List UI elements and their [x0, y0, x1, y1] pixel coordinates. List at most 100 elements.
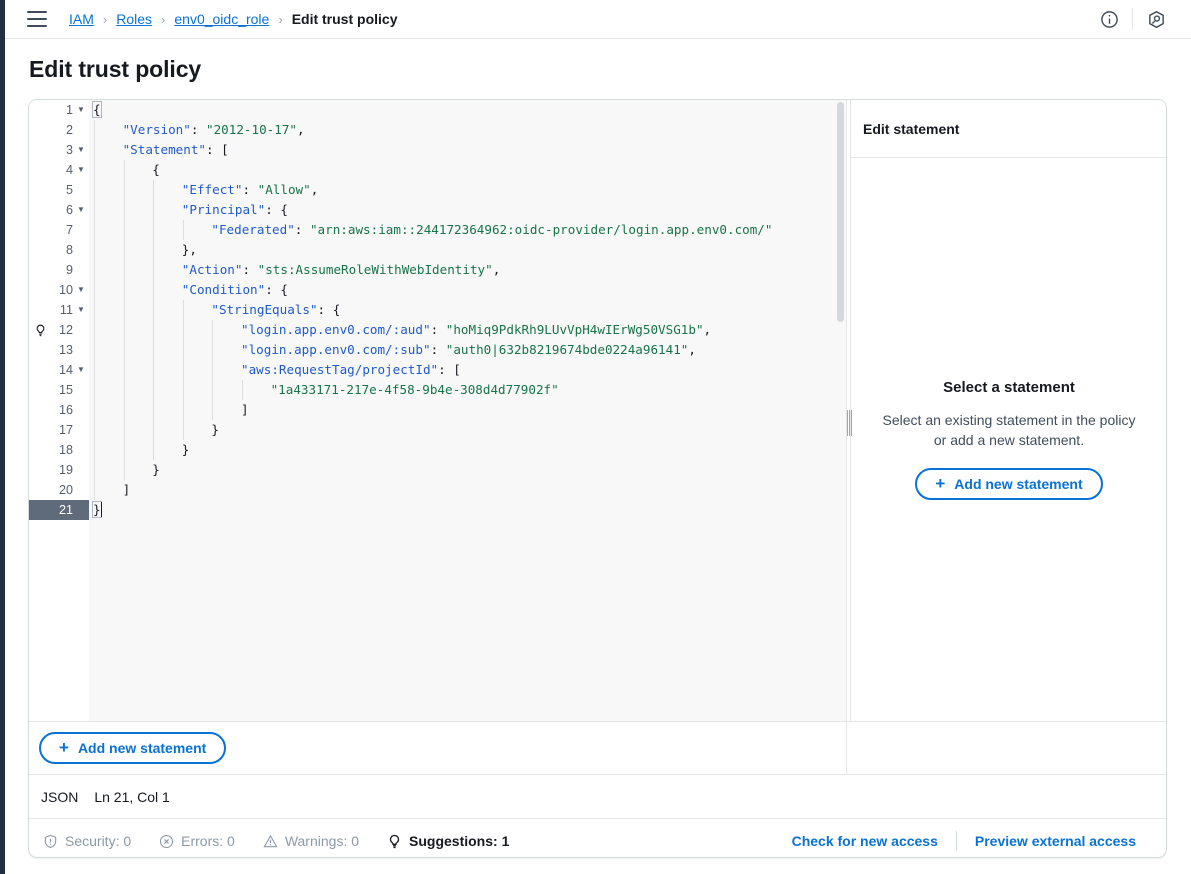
line-number-gutter[interactable]: 2	[29, 120, 89, 140]
code-content[interactable]: },	[89, 240, 846, 260]
breadcrumb-link[interactable]: Roles	[116, 11, 152, 27]
json-code-editor[interactable]: 1 ▼{2 "Version": "2012-10-17", 3 ▼ "Statement…	[29, 100, 846, 721]
code-content[interactable]: ]	[89, 480, 846, 500]
diagnostic-shield-alert[interactable]: Security: 0	[43, 833, 131, 849]
code-content[interactable]: }	[89, 440, 846, 460]
code-line[interactable]: 16]	[29, 400, 846, 420]
fold-toggle-icon[interactable]: ▼	[76, 365, 86, 375]
line-number-gutter[interactable]: 5	[29, 180, 89, 200]
line-number-gutter[interactable]: 12	[29, 320, 89, 340]
line-number-gutter[interactable]: 11 ▼	[29, 300, 89, 320]
code-content[interactable]: }	[89, 460, 846, 480]
code-token-str: "2012-10-17"	[206, 122, 298, 137]
line-number-gutter[interactable]: 18	[29, 440, 89, 460]
hexagon-settings-icon[interactable]	[1139, 2, 1173, 36]
code-token-punct: {	[92, 101, 102, 118]
line-number-gutter[interactable]: 13	[29, 340, 89, 360]
code-line[interactable]: 21}	[29, 500, 846, 520]
code-content[interactable]: "1a433171-217e-4f58-9b4e-308d4d77902f"	[89, 380, 846, 400]
code-line[interactable]: 15 "1a433171-217e-4f58-9b4e-308d4d77902f"	[29, 380, 846, 400]
code-content[interactable]: "Federated": "arn:aws:iam::244172364962:…	[89, 220, 846, 240]
panel-add-new-statement-button[interactable]: + Add new statement	[915, 468, 1103, 500]
line-number-gutter[interactable]: 3 ▼	[29, 140, 89, 160]
fold-toggle-icon[interactable]: ▼	[76, 305, 86, 315]
code-text: {	[92, 100, 102, 120]
info-circle-icon[interactable]	[1092, 2, 1126, 36]
line-number-gutter[interactable]: 10 ▼	[29, 280, 89, 300]
diagnostic-error-circle[interactable]: Errors: 0	[159, 833, 235, 849]
breadcrumb-link[interactable]: IAM	[69, 11, 94, 27]
code-line[interactable]: 13 "login.app.env0.com/:sub": "auth0|632b…	[29, 340, 846, 360]
code-content[interactable]: "Condition": {	[89, 280, 846, 300]
code-content[interactable]: }	[89, 500, 846, 520]
code-text: "Condition": {	[93, 280, 288, 300]
code-line[interactable]: 10 ▼ "Condition": {	[29, 280, 846, 300]
line-number-gutter[interactable]: 17	[29, 420, 89, 440]
code-lines-container[interactable]: 1 ▼{2 "Version": "2012-10-17", 3 ▼ "Statement…	[29, 100, 846, 721]
fold-toggle-icon[interactable]: ▼	[76, 105, 86, 115]
line-number-gutter[interactable]: 4 ▼	[29, 160, 89, 180]
line-number-gutter[interactable]: 16	[29, 400, 89, 420]
code-content[interactable]: "Statement": [	[89, 140, 846, 160]
code-content[interactable]: "Version": "2012-10-17",	[89, 120, 846, 140]
code-content[interactable]: }	[89, 420, 846, 440]
line-number: 9	[65, 263, 73, 277]
breadcrumb-link[interactable]: env0_oidc_role	[174, 11, 269, 27]
code-content[interactable]: {	[89, 100, 846, 120]
diagnostic-lightbulb[interactable]: Suggestions: 1	[387, 833, 509, 849]
line-number-gutter[interactable]: 21	[29, 500, 89, 520]
code-content[interactable]: ]	[89, 400, 846, 420]
splitter-grip-icon[interactable]	[847, 410, 852, 436]
fold-toggle-icon[interactable]: ▼	[76, 205, 86, 215]
editor-vertical-scrollbar[interactable]	[837, 102, 844, 322]
code-line[interactable]: 19}	[29, 460, 846, 480]
line-number-gutter[interactable]: 15	[29, 380, 89, 400]
fold-toggle-icon[interactable]: ▼	[76, 145, 86, 155]
panel-splitter[interactable]	[846, 100, 852, 721]
code-content[interactable]: "StringEquals": {	[89, 300, 846, 320]
code-content[interactable]: "aws:RequestTag/projectId": [	[89, 360, 846, 380]
code-line[interactable]: 4 ▼ {	[29, 160, 846, 180]
add-new-statement-button[interactable]: + Add new statement	[39, 732, 227, 764]
code-line[interactable]: 14 ▼ "aws:RequestTag/projectId": [	[29, 360, 846, 380]
line-number-gutter[interactable]: 9	[29, 260, 89, 280]
line-number-gutter[interactable]: 20	[29, 480, 89, 500]
code-content[interactable]: "Action": "sts:AssumeRoleWithWebIdentity…	[89, 260, 846, 280]
line-number-gutter[interactable]: 7	[29, 220, 89, 240]
line-number-gutter[interactable]: 6 ▼	[29, 200, 89, 220]
code-line[interactable]: 18}	[29, 440, 846, 460]
code-line[interactable]: 3 ▼ "Statement": [	[29, 140, 846, 160]
diagnostic-warning-triangle[interactable]: Warnings: 0	[263, 833, 359, 849]
code-line[interactable]: 20]	[29, 480, 846, 500]
code-line[interactable]: 2 "Version": "2012-10-17",	[29, 120, 846, 140]
code-line[interactable]: 12 "login.app.env0.com/:aud": "hoMiq9PdkR…	[29, 320, 846, 340]
code-line[interactable]: 11 ▼ "StringEquals": {	[29, 300, 846, 320]
code-content[interactable]: "login.app.env0.com/:sub": "auth0|632b82…	[89, 340, 846, 360]
code-content[interactable]: "Effect": "Allow",	[89, 180, 846, 200]
fold-toggle-icon[interactable]: ▼	[76, 285, 86, 295]
code-line[interactable]: 17}	[29, 420, 846, 440]
code-token-punct: }	[211, 422, 219, 437]
preview-external-access-link[interactable]: Preview external access	[957, 833, 1154, 849]
code-content[interactable]: "Principal": {	[89, 200, 846, 220]
check-new-access-link[interactable]: Check for new access	[774, 833, 956, 849]
code-line[interactable]: 7 "Federated": "arn:aws:iam::244172364962…	[29, 220, 846, 240]
code-line[interactable]: 5 "Effect": "Allow",	[29, 180, 846, 200]
code-line[interactable]: 6 ▼ "Principal": {	[29, 200, 846, 220]
hamburger-menu-icon[interactable]	[27, 11, 47, 27]
line-number-gutter[interactable]: 19	[29, 460, 89, 480]
editor-empty-space[interactable]	[29, 520, 846, 721]
code-content[interactable]: "login.app.env0.com/:aud": "hoMiq9PdkRh9…	[89, 320, 846, 340]
code-text: "Principal": {	[93, 200, 288, 220]
code-content[interactable]: {	[89, 160, 846, 180]
line-number-gutter[interactable]: 1 ▼	[29, 100, 89, 120]
editor-scroll-area[interactable]: 1 ▼{2 "Version": "2012-10-17", 3 ▼ "Statement…	[29, 100, 846, 721]
code-token-punct: }	[181, 442, 190, 457]
line-number-gutter[interactable]: 14 ▼	[29, 360, 89, 380]
code-line[interactable]: 9 "Action": "sts:AssumeRoleWithWebIdentit…	[29, 260, 846, 280]
code-line[interactable]: 8},	[29, 240, 846, 260]
fold-toggle-icon[interactable]: ▼	[76, 165, 86, 175]
line-number-gutter[interactable]: 8	[29, 240, 89, 260]
lightbulb-icon[interactable]	[35, 323, 47, 337]
code-line[interactable]: 1 ▼{	[29, 100, 846, 120]
